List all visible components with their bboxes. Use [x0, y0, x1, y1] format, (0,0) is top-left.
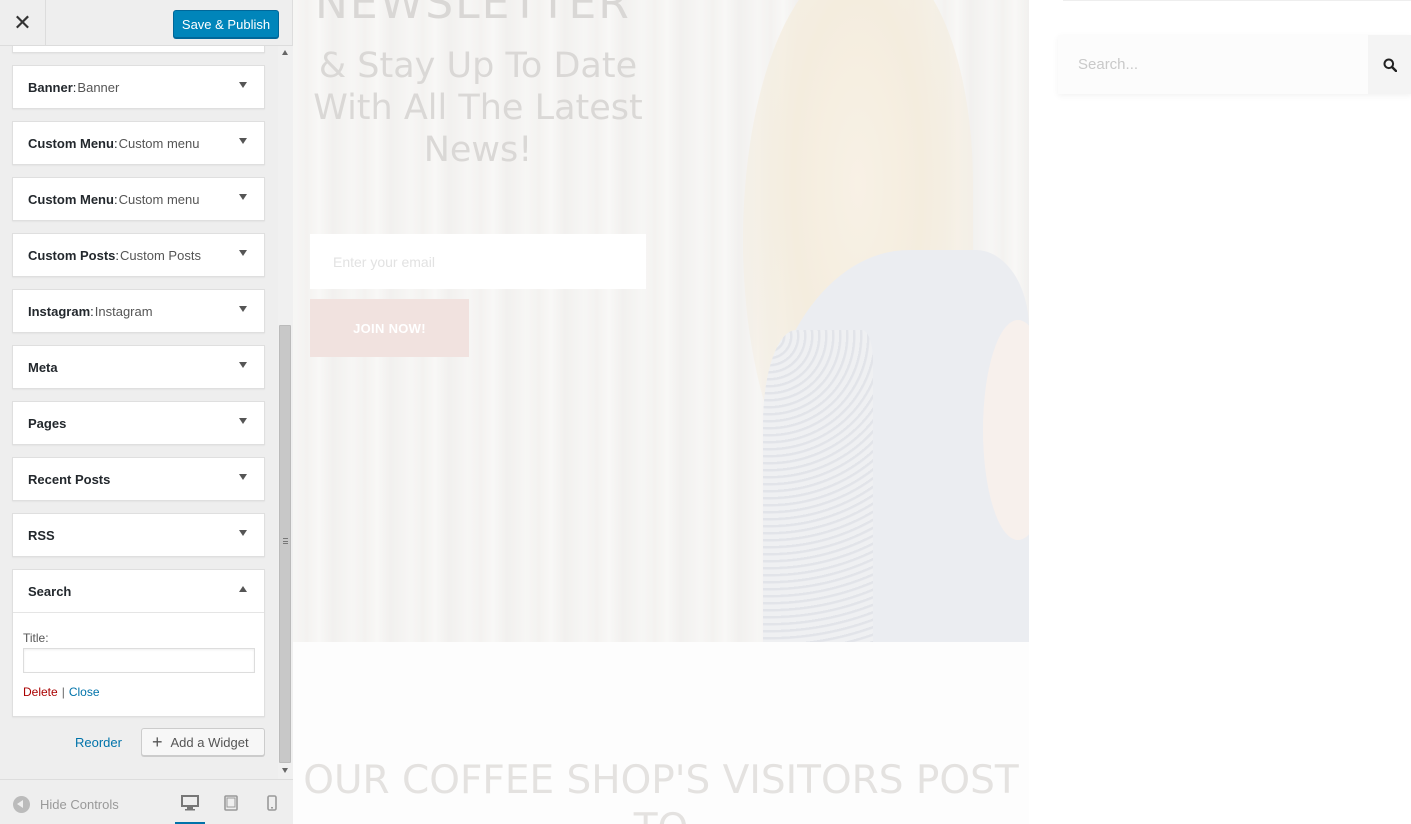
scroll-up-arrow-icon[interactable] — [282, 50, 288, 55]
widget-header[interactable]: Pages — [13, 402, 264, 444]
expand-arrow-icon[interactable] — [239, 306, 247, 312]
widget-name: Instagram — [28, 303, 91, 319]
newsletter-email-input[interactable] — [310, 234, 646, 289]
add-widget-button[interactable]: + Add a Widget — [141, 728, 265, 756]
expand-arrow-icon[interactable] — [239, 138, 247, 144]
widget-partial[interactable] — [12, 46, 265, 53]
search-input[interactable] — [1058, 35, 1368, 94]
grip-icon — [283, 538, 288, 544]
plus-icon: + — [152, 732, 163, 752]
widget-name: Pages — [28, 415, 67, 431]
widget-header[interactable]: Custom Posts: Custom Posts — [13, 234, 264, 276]
widget-header[interactable]: RSS — [13, 514, 264, 556]
customizer-footer: Hide Controls — [0, 779, 293, 824]
delete-link[interactable]: Delete — [23, 685, 58, 699]
expand-arrow-icon[interactable] — [239, 474, 247, 480]
widget-banner[interactable]: Banner: Banner — [12, 65, 265, 109]
site-preview: NEWSLETTER & Stay Up To Date With All Th… — [293, 0, 1411, 824]
widget-header[interactable]: Instagram: Instagram — [13, 290, 264, 332]
widget-custom-posts[interactable]: Custom Posts: Custom Posts — [12, 233, 265, 277]
widget-custom-menu-1[interactable]: Custom Menu: Custom menu — [12, 121, 265, 165]
widget-colon: : — [113, 191, 118, 207]
collapse-sidebar-icon — [13, 796, 30, 813]
widget-header[interactable]: Custom Menu: Custom menu — [13, 122, 264, 164]
join-now-button[interactable]: JOIN NOW! — [310, 299, 469, 357]
widget-name: Custom Menu — [28, 191, 114, 207]
widget-name: Banner — [28, 79, 73, 95]
hide-controls-label: Hide Controls — [40, 797, 119, 812]
close-icon: ✕ — [13, 10, 32, 35]
customizer-header: ✕ Save & Publish — [0, 0, 292, 46]
widget-recent-posts[interactable]: Recent Posts — [12, 457, 265, 501]
sidebar-column — [1029, 0, 1411, 824]
title-label: Title: — [23, 631, 49, 645]
newsletter-heading: NEWSLETTER — [315, 0, 631, 29]
expand-arrow-icon[interactable] — [239, 418, 247, 424]
widget-subtitle: Custom Posts — [120, 247, 201, 263]
customizer-sidebar: ✕ Save & Publish Banner: Banner Custom M… — [0, 0, 293, 824]
widget-header[interactable]: Custom Menu: Custom menu — [13, 178, 264, 220]
expand-arrow-icon[interactable] — [239, 194, 247, 200]
expand-arrow-icon[interactable] — [239, 82, 247, 88]
preview-tablet-button[interactable] — [216, 790, 246, 824]
scroll-thumb[interactable] — [279, 325, 291, 763]
close-link[interactable]: Close — [69, 685, 100, 699]
widget-name: RSS — [28, 527, 55, 543]
separator: | — [61, 685, 65, 699]
hide-controls-button[interactable]: Hide Controls — [13, 796, 119, 813]
widget-instagram[interactable]: Instagram: Instagram — [12, 289, 265, 333]
mobile-icon — [267, 795, 277, 811]
widget-form: Title: Delete | Close — [13, 612, 264, 716]
widget-name: Custom Menu — [28, 135, 114, 151]
widget-header[interactable]: Recent Posts — [13, 458, 264, 500]
desktop-icon — [181, 795, 199, 811]
widget-name: Custom Posts — [28, 247, 116, 263]
collapse-arrow-icon[interactable] — [239, 586, 247, 592]
instagram-section-heading: OUR COFFEE SHOP'S VISITORS POST TO — [303, 758, 1019, 824]
search-widget-preview — [1058, 35, 1411, 94]
close-customizer-button[interactable]: ✕ — [0, 0, 46, 46]
widget-colon: : — [90, 303, 94, 319]
title-field[interactable] — [23, 648, 255, 673]
reorder-link[interactable]: Reorder — [75, 735, 122, 750]
save-publish-button[interactable]: Save & Publish — [173, 10, 279, 38]
expand-arrow-icon[interactable] — [239, 250, 247, 256]
scroll-down-arrow-icon[interactable] — [282, 768, 288, 773]
newsletter-subtitle: & Stay Up To Date With All The Latest Ne… — [313, 46, 643, 170]
widget-subtitle: Banner — [77, 79, 120, 95]
widget-custom-menu-2[interactable]: Custom Menu: Custom menu — [12, 177, 265, 221]
widget-name: Meta — [28, 359, 58, 375]
widget-rss[interactable]: RSS — [12, 513, 265, 557]
search-icon — [1383, 58, 1397, 72]
add-widget-label: Add a Widget — [170, 734, 249, 750]
newsletter-hero: NEWSLETTER & Stay Up To Date With All Th… — [293, 0, 1029, 642]
widget-name: Search — [28, 583, 72, 599]
widget-header[interactable]: Banner: Banner — [13, 66, 264, 108]
widgets-panel: Banner: Banner Custom Menu: Custom menu … — [0, 46, 278, 779]
preview-mobile-button[interactable] — [257, 790, 287, 824]
widget-subtitle: Instagram — [94, 303, 153, 319]
widget-search[interactable]: Search Title: Delete | Close — [12, 569, 265, 717]
expand-arrow-icon[interactable] — [239, 362, 247, 368]
widget-meta[interactable]: Meta — [12, 345, 265, 389]
customizer-window: ✕ Save & Publish Banner: Banner Custom M… — [0, 0, 1411, 824]
widget-actions: Delete | Close — [23, 685, 254, 699]
panel-scrollbar[interactable] — [278, 46, 293, 779]
search-button[interactable] — [1368, 35, 1411, 94]
widget-header[interactable]: Meta — [13, 346, 264, 388]
widget-colon: : — [113, 135, 118, 151]
widget-header[interactable]: Search — [13, 570, 264, 612]
expand-arrow-icon[interactable] — [239, 530, 247, 536]
divider-line — [1063, 0, 1411, 1]
widget-colon: : — [115, 247, 120, 263]
widget-pages[interactable]: Pages — [12, 401, 265, 445]
preview-desktop-button[interactable] — [175, 790, 205, 824]
widget-subtitle: Custom menu — [118, 191, 200, 207]
widget-name: Recent Posts — [28, 471, 111, 487]
tablet-icon — [224, 795, 238, 811]
widget-subtitle: Custom menu — [118, 135, 200, 151]
widget-colon: : — [72, 79, 77, 95]
